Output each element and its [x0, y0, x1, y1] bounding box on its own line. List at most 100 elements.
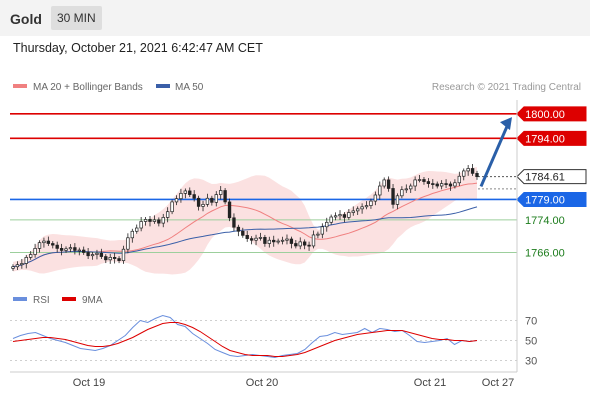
candle: [104, 256, 108, 261]
candle: [422, 179, 426, 182]
candle: [382, 179, 386, 187]
price-chart: MA 20 + Bollinger Bands MA 50 Research ©…: [10, 82, 587, 389]
candle: [298, 241, 302, 247]
candle: [210, 197, 214, 203]
candle: [360, 206, 364, 210]
candle: [285, 238, 289, 241]
candle: [165, 211, 170, 218]
main-plot: 1800.00 1794.00 1784.61 1779.00 1774.00 1766.…: [10, 106, 587, 275]
candle: [15, 264, 20, 268]
candle: [121, 248, 126, 261]
candle: [364, 205, 369, 208]
candle: [201, 204, 205, 207]
rsi-ma-line: [12, 322, 478, 357]
candle: [338, 214, 342, 217]
candle: [470, 168, 475, 174]
candle: [24, 257, 28, 264]
candle: [435, 183, 439, 187]
candle: [108, 257, 112, 261]
candle: [249, 238, 254, 241]
candle: [157, 219, 161, 224]
level-label-1800.00: 1800.00: [525, 109, 565, 121]
candle: [227, 201, 232, 219]
candle: [453, 182, 457, 187]
candle: [325, 221, 329, 228]
candle: [77, 249, 81, 252]
x-tick-label: Oct 27: [482, 377, 514, 389]
candle: [112, 257, 117, 259]
candle: [90, 254, 95, 257]
candle: [417, 179, 422, 181]
candle: [347, 212, 351, 218]
candle: [86, 252, 90, 257]
rsi-legend-swatch: [13, 297, 27, 301]
candle: [161, 217, 165, 224]
candle: [289, 238, 294, 244]
candle: [219, 190, 223, 195]
candle: [258, 237, 263, 239]
candle: [395, 195, 400, 205]
candle: [68, 247, 73, 250]
candle: [245, 234, 249, 239]
candle: [33, 248, 37, 255]
rsi-ma-legend-label: 9MA: [82, 295, 103, 306]
candle: [448, 183, 453, 187]
rsi-ma-legend-swatch: [62, 297, 76, 301]
candle: [400, 189, 404, 197]
rsi-tick-label: 70: [525, 316, 537, 328]
candle: [413, 179, 417, 187]
candle: [64, 248, 68, 251]
rsi-legend-label: RSI: [33, 295, 50, 306]
candle: [254, 237, 258, 241]
ma50-legend-swatch: [156, 84, 170, 88]
candle: [20, 263, 24, 266]
candle: [267, 239, 271, 244]
credit-label: Research © 2021 Trading Central: [432, 82, 581, 93]
candle: [351, 210, 355, 213]
candle: [29, 254, 33, 258]
candle: [342, 214, 347, 218]
candle: [294, 243, 298, 247]
candle: [236, 226, 241, 232]
candle: [117, 258, 121, 261]
candle: [148, 219, 152, 222]
candle: [192, 194, 196, 199]
candle: [373, 194, 378, 202]
rsi-tick-label: 30: [525, 356, 537, 368]
candle: [196, 197, 201, 207]
candle: [99, 252, 104, 257]
candle: [263, 237, 267, 244]
candle: [431, 183, 435, 185]
candle: [51, 243, 55, 246]
candle: [95, 252, 99, 255]
candle: [143, 219, 148, 222]
candle: [302, 241, 307, 246]
candle: [241, 230, 245, 236]
candle: [386, 179, 391, 189]
candle: [126, 237, 130, 250]
candle: [272, 239, 276, 243]
candle: [404, 188, 408, 191]
level-label-1779.00: 1779.00: [525, 194, 565, 206]
candle: [475, 173, 479, 177]
level-label-1794.00: 1794.00: [525, 133, 565, 145]
candle: [316, 233, 320, 236]
candle: [409, 185, 413, 190]
x-tick-label: Oct 20: [246, 377, 278, 389]
rsi-tick-label: 50: [525, 336, 537, 348]
candle: [457, 175, 461, 184]
candle: [462, 170, 466, 177]
candle: [205, 197, 210, 205]
candle: [135, 227, 139, 232]
candle: [369, 200, 373, 206]
candle: [11, 266, 15, 269]
candle: [426, 181, 431, 184]
candle: [280, 239, 285, 242]
candle: [356, 208, 360, 212]
candle: [223, 190, 227, 203]
level-label-1784.61: 1784.61: [525, 172, 565, 184]
level-label-1774.00: 1774.00: [525, 215, 565, 227]
x-tick-label: Oct 19: [73, 377, 105, 389]
candle: [333, 215, 338, 218]
candle: [311, 234, 316, 247]
